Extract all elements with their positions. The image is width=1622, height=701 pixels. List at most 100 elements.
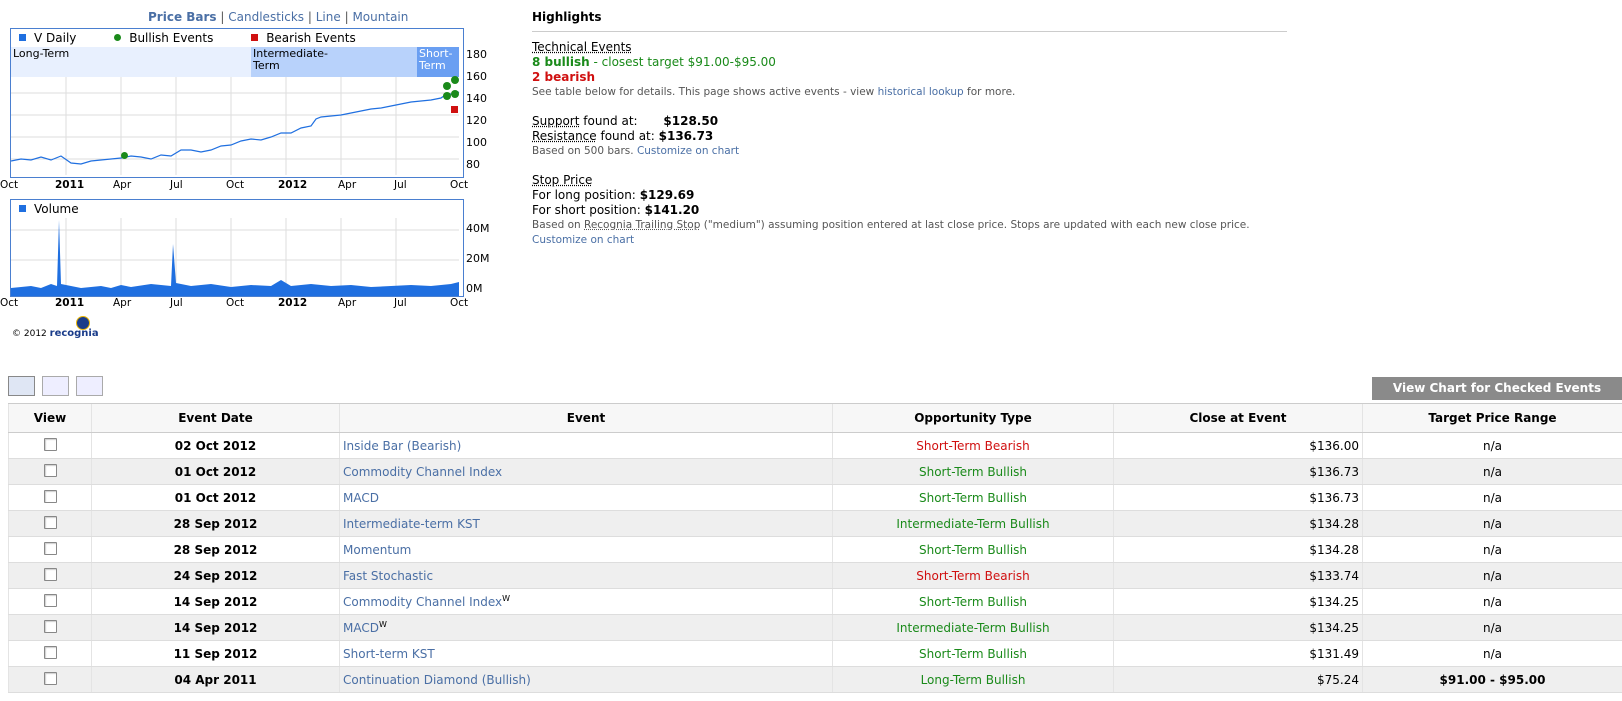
resistance-value: $136.73 [658, 129, 714, 143]
table-row: 11 Sep 2012 Short-term KST Short-Term Bull… [8, 640, 1622, 667]
price-chart[interactable]: V Daily Bullish Events Bearish Events Lo… [10, 28, 464, 178]
opportunity-type: Short-Term Bullish [832, 588, 1114, 615]
weekly-marker: W [378, 620, 387, 629]
tab-line[interactable]: Line [316, 10, 341, 24]
table-row: 28 Sep 2012 Intermediate-term KST Intermed… [8, 510, 1622, 537]
target-price-range: n/a [1362, 432, 1622, 459]
close-at-event: $134.25 [1113, 614, 1363, 641]
event-link[interactable]: Commodity Channel Index [343, 465, 502, 479]
short-stop-value: $141.20 [644, 203, 700, 217]
event-link[interactable]: Fast Stochastic [343, 569, 433, 583]
event-link[interactable]: MACD [343, 621, 379, 635]
opportunity-type: Intermediate-Term Bullish [832, 614, 1114, 641]
event-date: 14 Sep 2012 [91, 614, 340, 641]
col-view[interactable]: View [8, 403, 92, 433]
close-at-event: $75.24 [1113, 666, 1363, 693]
event-checkbox[interactable] [43, 593, 57, 607]
list-view-icon[interactable] [8, 376, 35, 396]
tab-candlesticks[interactable]: Candlesticks [228, 10, 304, 24]
historical-lookup-link[interactable]: historical lookup [878, 86, 964, 98]
opportunity-type: Short-Term Bullish [832, 640, 1114, 667]
long-stop-value: $129.69 [639, 188, 695, 202]
target-price-range: n/a [1362, 640, 1622, 667]
table-row: 24 Sep 2012 Fast Stochastic Short-Term Bea… [8, 562, 1622, 589]
tab-mountain[interactable]: Mountain [352, 10, 408, 24]
col-close-at-event[interactable]: Close at Event [1113, 403, 1363, 433]
event-name: Short-term KST [339, 640, 833, 667]
table-row: 28 Sep 2012 Momentum Short-Term Bullish $13… [8, 536, 1622, 563]
close-at-event: $134.25 [1113, 588, 1363, 615]
event-checkbox[interactable] [43, 463, 57, 477]
event-link[interactable]: Commodity Channel Index [343, 595, 502, 609]
highlights-title: Highlights [532, 10, 1287, 32]
close-at-event: $134.28 [1113, 510, 1363, 537]
event-checkbox[interactable] [43, 671, 57, 685]
event-name: Continuation Diamond (Bullish) [339, 666, 833, 693]
bullish-event-marker[interactable] [451, 76, 459, 84]
opportunity-type: Short-Term Bullish [832, 458, 1114, 485]
event-name: MACDW [339, 614, 833, 641]
tab-separator: | [220, 10, 225, 24]
highlights-panel: Highlights Technical Events 8 bullish - … [532, 10, 1287, 248]
bullish-event-marker[interactable] [451, 90, 459, 98]
col-event-date[interactable]: Event Date [91, 403, 340, 433]
target-price-range: n/a [1362, 484, 1622, 511]
copyright: © 2012 recognia [12, 328, 99, 339]
events-table: View Event Date Event Opportunity Type C… [8, 403, 1622, 693]
view-mode-toggle [8, 376, 106, 399]
bullish-event-marker[interactable] [443, 92, 451, 100]
target-price-range: n/a [1362, 458, 1622, 485]
trailing-stop-label: Recognia Trailing Stop [584, 219, 701, 231]
event-checkbox[interactable] [43, 645, 57, 659]
event-name: Momentum [339, 536, 833, 563]
volume-chart[interactable]: Volume [10, 199, 464, 297]
target-price-range: n/a [1362, 536, 1622, 563]
events-table-body: 02 Oct 2012 Inside Bar (Bearish) Short-Ter… [8, 432, 1622, 693]
grid-view-icon[interactable] [75, 376, 103, 396]
event-link[interactable]: Intermediate-term KST [343, 517, 480, 531]
bearish-count: 2 bearish [532, 70, 596, 84]
opportunity-type: Short-Term Bearish [832, 562, 1114, 589]
opportunity-type: Long-Term Bullish [832, 666, 1114, 693]
opportunity-type: Short-Term Bearish [832, 432, 1114, 459]
event-link[interactable]: MACD [343, 491, 379, 505]
close-at-event: $133.74 [1113, 562, 1363, 589]
close-at-event: $136.73 [1113, 484, 1363, 511]
bullish-event-marker[interactable] [443, 82, 451, 90]
view-chart-checked-button[interactable]: View Chart for Checked Events [1372, 377, 1622, 400]
event-checkbox[interactable] [43, 567, 57, 581]
event-checkbox[interactable] [43, 489, 57, 503]
split-view-icon[interactable] [41, 376, 69, 396]
close-at-event: $131.49 [1113, 640, 1363, 667]
table-row: 14 Sep 2012 Commodity Channel IndexW Short… [8, 588, 1622, 615]
event-link[interactable]: Momentum [343, 543, 411, 557]
event-link[interactable]: Inside Bar (Bearish) [343, 439, 461, 453]
event-date: 28 Sep 2012 [91, 536, 340, 563]
opportunity-type: Short-Term Bullish [832, 536, 1114, 563]
tab-separator: | [344, 10, 349, 24]
event-date: 01 Oct 2012 [91, 484, 340, 511]
close-at-event: $136.00 [1113, 432, 1363, 459]
bullish-event-marker[interactable] [121, 152, 128, 159]
col-opportunity-type[interactable]: Opportunity Type [832, 403, 1114, 433]
event-name: Intermediate-term KST [339, 510, 833, 537]
event-date: 02 Oct 2012 [91, 432, 340, 459]
event-checkbox[interactable] [43, 515, 57, 529]
technical-events-label: Technical Events [532, 40, 632, 54]
event-link[interactable]: Short-term KST [343, 647, 435, 661]
event-date: 24 Sep 2012 [91, 562, 340, 589]
stop-customize-link[interactable]: Customize on chart [532, 234, 634, 246]
tab-price-bars[interactable]: Price Bars [148, 10, 217, 24]
event-date: 14 Sep 2012 [91, 588, 340, 615]
event-checkbox[interactable] [43, 619, 57, 633]
customize-on-chart-link[interactable]: Customize on chart [637, 145, 739, 157]
event-checkbox[interactable] [43, 541, 57, 555]
table-row: 14 Sep 2012 MACDW Intermediate-Term Bullis… [8, 614, 1622, 641]
bearish-event-marker[interactable] [451, 106, 458, 113]
target-price-range: n/a [1362, 562, 1622, 589]
col-target-price[interactable]: Target Price Range [1362, 403, 1622, 433]
col-event[interactable]: Event [339, 403, 833, 433]
price-x-axis: Oct 2011 Apr Jul Oct 2012 Apr Jul Oct [0, 179, 469, 191]
event-link[interactable]: Continuation Diamond (Bullish) [343, 673, 531, 687]
event-checkbox[interactable] [43, 437, 57, 451]
